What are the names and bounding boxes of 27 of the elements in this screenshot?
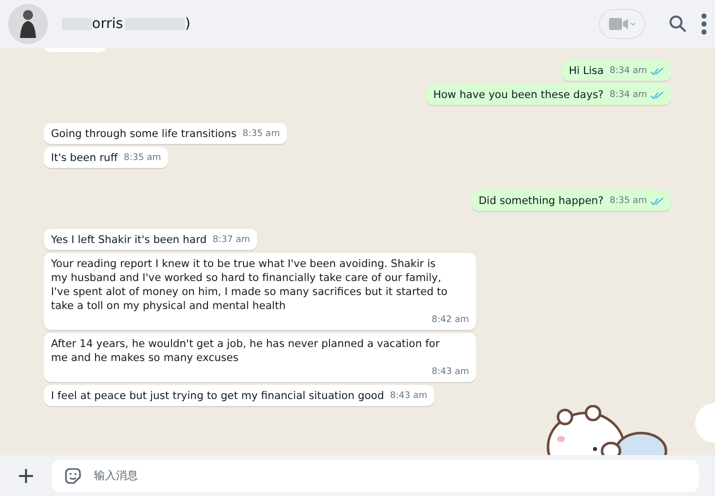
message-input-field[interactable]: 输入消息 xyxy=(52,460,699,492)
message-time: 8:43 am xyxy=(390,390,428,403)
message-time: 8:37 am xyxy=(212,234,250,247)
message-text: Yes I left Shakir it's been hard xyxy=(51,233,207,247)
video-camera-icon xyxy=(609,17,635,31)
message-text: Did something happen? xyxy=(478,194,604,208)
avatar-icon[interactable] xyxy=(8,4,48,44)
message-text: Going through some life transitions xyxy=(51,127,236,141)
message-time: 8:35 am xyxy=(124,152,162,165)
menu-icon[interactable] xyxy=(701,13,707,35)
message-time: 8:35 am xyxy=(242,128,280,141)
message-text: After 14 years, he wouldn't get a job, he has never planned a vacation for me and he makes so many excuses xyxy=(51,337,441,365)
contact-name: orris xyxy=(92,16,124,32)
search-icon[interactable] xyxy=(669,15,687,33)
message-time: 8:43 am xyxy=(432,366,469,379)
message-text: How have you been these days? xyxy=(433,88,604,102)
message-text: Hi Lisa xyxy=(568,64,604,78)
message-text: It's been ruff xyxy=(51,151,118,165)
message-time: 8:42 am xyxy=(432,314,469,327)
message-time: 8:35 am xyxy=(610,195,647,208)
message-time: 8:34 am xyxy=(610,89,647,102)
plus-icon[interactable] xyxy=(18,468,34,484)
sticker-icon[interactable] xyxy=(64,466,82,484)
message-time: 8:34 am xyxy=(610,65,647,78)
contact-name-end: ) xyxy=(185,16,190,32)
message-text: I feel at peace but just trying to get my financial situation good xyxy=(51,389,384,403)
message-text: Your reading report I knew it to be true what I've been avoiding. Shakir is my husband and I've worked so hard to financially take care of our family, I've spent alot of money on him, I made so many sacrifices but it started to take a toll on my physical and mental health xyxy=(51,257,448,313)
